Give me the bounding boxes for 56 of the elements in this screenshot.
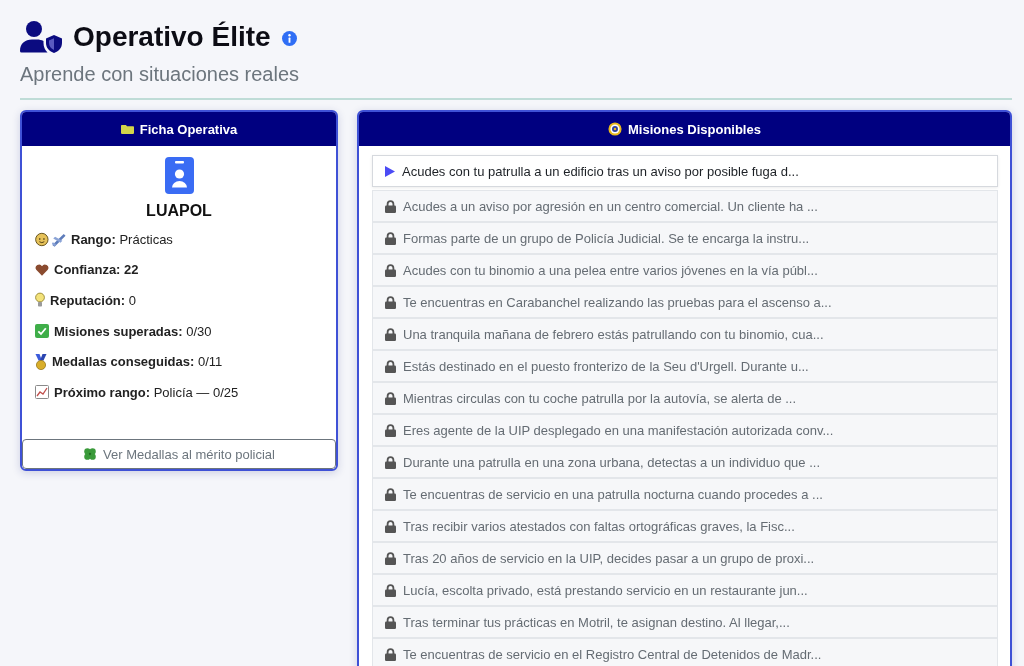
lock-icon — [385, 199, 396, 213]
info-icon[interactable] — [281, 30, 297, 46]
lock-icon — [385, 583, 396, 597]
mission-item[interactable]: Lucía, escolta privado, está prestando servicio en un restaurante jun... — [372, 574, 998, 606]
mission-item[interactable]: Te encuentras en Carabanchel realizando las pruebas para el ascenso a... — [372, 286, 998, 318]
stat-text: Próximo rango: Policía — 0/25 — [54, 384, 239, 400]
face-and-plane-icon — [35, 231, 66, 247]
mission-item[interactable]: Una tranquila mañana de febrero estás patrullando con tu binomio, cua... — [372, 318, 998, 350]
stat-text: Rango: Prácticas — [71, 231, 173, 247]
user-shield-icon — [20, 21, 62, 53]
mission-item[interactable]: Durante una patrulla en una zona urbana, detectas a un individuo que ... — [372, 446, 998, 478]
mission-item[interactable]: Tras terminar tus prácticas en Motril, te asignan destino. Al llegar,... — [372, 606, 998, 638]
heart-icon — [35, 262, 49, 277]
lock-icon — [385, 391, 396, 405]
stat-text: Misiones superadas: 0/30 — [54, 323, 212, 339]
stat-text: Confianza: 22 — [54, 262, 139, 278]
lock-icon — [385, 615, 396, 629]
mission-item[interactable]: Te encuentras de servicio en el Registro Central de Detenidos de Madr... — [372, 638, 998, 666]
lock-icon — [385, 423, 396, 437]
mission-item[interactable]: Acudes a un aviso por agresión en un centro comercial. Un cliente ha ... — [372, 190, 998, 222]
lock-icon — [385, 359, 396, 373]
card-title: Ficha Operativa — [139, 121, 238, 137]
mission-item[interactable]: Eres agente de la UIP desplegado en una manifestación autorizada conv... — [372, 414, 998, 446]
id-badge-icon — [164, 157, 194, 194]
chart-icon — [35, 385, 49, 400]
lock-icon — [385, 295, 396, 309]
lock-icon — [385, 455, 396, 469]
medals-button[interactable]: Ver Medallas al mérito policial — [22, 439, 336, 469]
stat-text: Medallas conseguidas: 0/11 — [52, 354, 223, 370]
page-subtitle: Aprende con situaciones reales — [20, 62, 300, 87]
lock-icon — [385, 647, 396, 661]
lightbulb-icon — [35, 292, 45, 309]
lock-icon — [385, 327, 396, 341]
mission-item[interactable]: Formas parte de un grupo de Policía Judicial. Se te encarga la instru... — [372, 222, 998, 254]
medal-icon — [35, 353, 47, 370]
target-icon — [608, 122, 623, 136]
check-box-icon — [35, 324, 49, 339]
page-title: Operativo Élite — [73, 20, 271, 54]
mission-item[interactable]: Acudes con tu binomio a una pelea entre varios jóvenes en la vía públ... — [372, 254, 998, 286]
mission-item[interactable]: Estás destinado en el puesto fronterizo de la Seu d'Urgell. Durante u... — [372, 350, 998, 382]
mission-item[interactable]: Acudes con tu patrulla a un edificio tras un aviso por posible fuga d... — [372, 155, 998, 187]
mission-item[interactable]: Tras recibir varios atestados con faltas ortográficas graves, la Fisc... — [372, 510, 998, 542]
card-title: Misiones Disponibles — [628, 121, 761, 137]
lock-icon — [385, 263, 396, 277]
lock-icon — [385, 551, 396, 565]
clover-icon — [83, 447, 97, 461]
lock-icon — [385, 519, 396, 533]
folder-icon — [120, 124, 134, 134]
play-icon — [385, 165, 395, 177]
mission-item[interactable]: Te encuentras de servicio en una patrulla nocturna cuando procedes a ... — [372, 478, 998, 510]
lock-icon — [385, 487, 396, 501]
mission-item[interactable]: Mientras circulas con tu coche patrulla por la autovía, se alerta de ... — [372, 382, 998, 414]
agent-name: LUAPOL — [146, 202, 212, 220]
stat-text: Reputación: 0 — [50, 293, 136, 308]
mission-item[interactable]: Tras 20 años de servicio en la UIP, decides pasar a un grupo de proxi... — [372, 542, 998, 574]
lock-icon — [385, 231, 396, 245]
